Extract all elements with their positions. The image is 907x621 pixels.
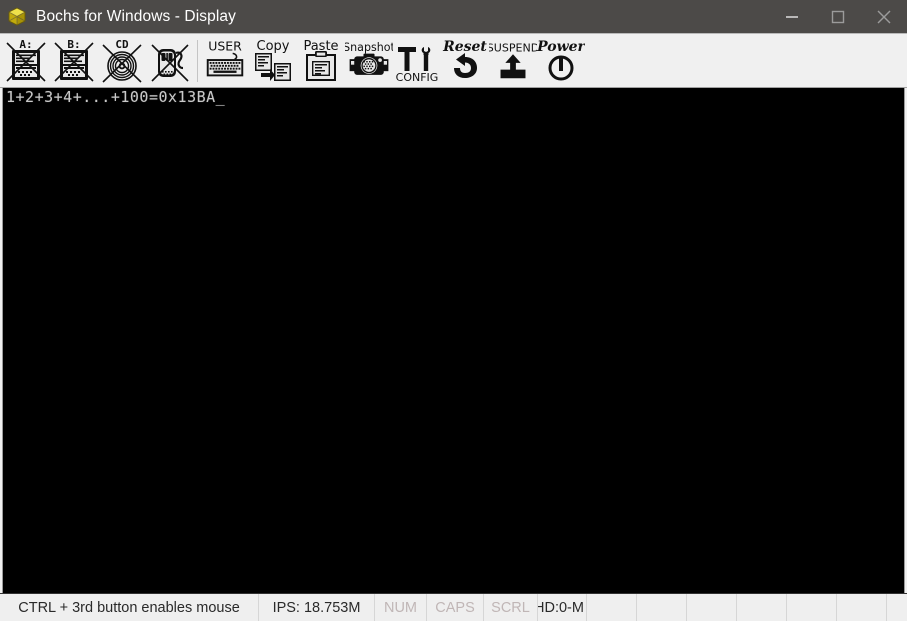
display-area-wrapper: 1+2+3+4+...+100=0x13BA_ xyxy=(0,88,907,593)
paste-icon: Paste xyxy=(303,39,339,81)
cdrom-button[interactable]: CD xyxy=(98,36,146,86)
svg-text:CONFIG: CONFIG xyxy=(396,71,439,84)
status-cell-empty-7 xyxy=(887,594,907,621)
svg-text:Snapshot: Snapshot xyxy=(345,40,393,53)
num-indicator[interactable]: NUM xyxy=(375,594,427,621)
copy-button[interactable]: Copy xyxy=(249,36,297,86)
bochs-cube-icon xyxy=(6,5,28,28)
mouse-hint[interactable]: CTRL + 3rd button enables mouse xyxy=(0,594,259,621)
keyboard-icon: USER xyxy=(206,38,244,76)
suspend-icon: SUSPEND xyxy=(489,41,537,78)
mouse-button[interactable] xyxy=(146,36,194,86)
reset-arrow-icon: Reset xyxy=(442,39,487,78)
svg-text:SUSPEND: SUSPEND xyxy=(489,41,537,54)
ips-indicator-label: IPS: 18.753M xyxy=(272,599,361,616)
floppy-a-button[interactable]: A: xyxy=(2,36,50,86)
num-indicator-label: NUM xyxy=(383,599,418,616)
floppy-b-disabled-icon: B: xyxy=(54,38,94,82)
toolbar: A: B: CD USER Copy Paste Snapshot CONFIG… xyxy=(0,33,907,88)
status-cell-empty-5 xyxy=(787,594,837,621)
hd-indicator-label: HD:0-M xyxy=(538,599,584,616)
status-cell-empty-2 xyxy=(637,594,687,621)
svg-text:Copy: Copy xyxy=(257,39,290,54)
title-bar[interactable]: Bochs for Windows - Display xyxy=(0,0,907,33)
svg-text:B:: B: xyxy=(67,38,80,51)
mouse-disabled-icon xyxy=(151,43,189,82)
snapshot-button[interactable]: Snapshot xyxy=(345,36,393,86)
power-button[interactable]: Power xyxy=(537,36,585,86)
svg-text:Power: Power xyxy=(537,39,585,55)
window-title: Bochs for Windows - Display xyxy=(36,7,236,25)
svg-text:A:: A: xyxy=(19,38,32,51)
svg-text:CD: CD xyxy=(115,38,129,51)
window-controls xyxy=(769,0,907,33)
scrl-indicator[interactable]: SCRL xyxy=(484,594,538,621)
cdrom-disabled-icon: CD xyxy=(102,38,142,83)
scrl-indicator-label: SCRL xyxy=(491,599,530,616)
user-button[interactable]: USER xyxy=(201,36,249,86)
floppy-a-disabled-icon: A: xyxy=(6,38,46,82)
caps-indicator-label: CAPS xyxy=(435,599,475,616)
config-button[interactable]: CONFIG xyxy=(393,36,441,86)
reset-button[interactable]: Reset xyxy=(441,36,489,86)
toolbar-separator xyxy=(197,39,198,82)
vga-display[interactable]: 1+2+3+4+...+100=0x13BA_ xyxy=(2,88,905,593)
status-cell-empty-3 xyxy=(687,594,737,621)
power-icon: Power xyxy=(537,39,585,80)
status-cell-empty-1 xyxy=(587,594,637,621)
close-button[interactable] xyxy=(861,0,907,33)
svg-text:Reset: Reset xyxy=(442,39,487,55)
ips-indicator[interactable]: IPS: 18.753M xyxy=(259,594,375,621)
floppy-b-button[interactable]: B: xyxy=(50,36,98,86)
mouse-hint-label: CTRL + 3rd button enables mouse xyxy=(18,599,240,616)
minimize-button[interactable] xyxy=(769,0,815,33)
status-cell-empty-6 xyxy=(837,594,887,621)
hd-indicator[interactable]: HD:0-M xyxy=(538,594,587,621)
suspend-button[interactable]: SUSPEND xyxy=(489,36,537,86)
status-bar: CTRL + 3rd button enables mouse IPS: 18.7… xyxy=(0,593,907,621)
camera-icon: Snapshot xyxy=(345,40,393,75)
vga-text-line: 1+2+3+4+...+100=0x13BA_ xyxy=(6,88,226,106)
caps-indicator[interactable]: CAPS xyxy=(427,594,484,621)
copy-icon: Copy xyxy=(255,39,291,81)
maximize-button[interactable] xyxy=(815,0,861,33)
bochs-window: Bochs for Windows - Display A: B: CD USE… xyxy=(0,0,907,621)
svg-text:USER: USER xyxy=(208,38,242,53)
status-cell-empty-4 xyxy=(737,594,787,621)
paste-button[interactable]: Paste xyxy=(297,36,345,86)
tools-icon: CONFIG xyxy=(396,46,439,84)
